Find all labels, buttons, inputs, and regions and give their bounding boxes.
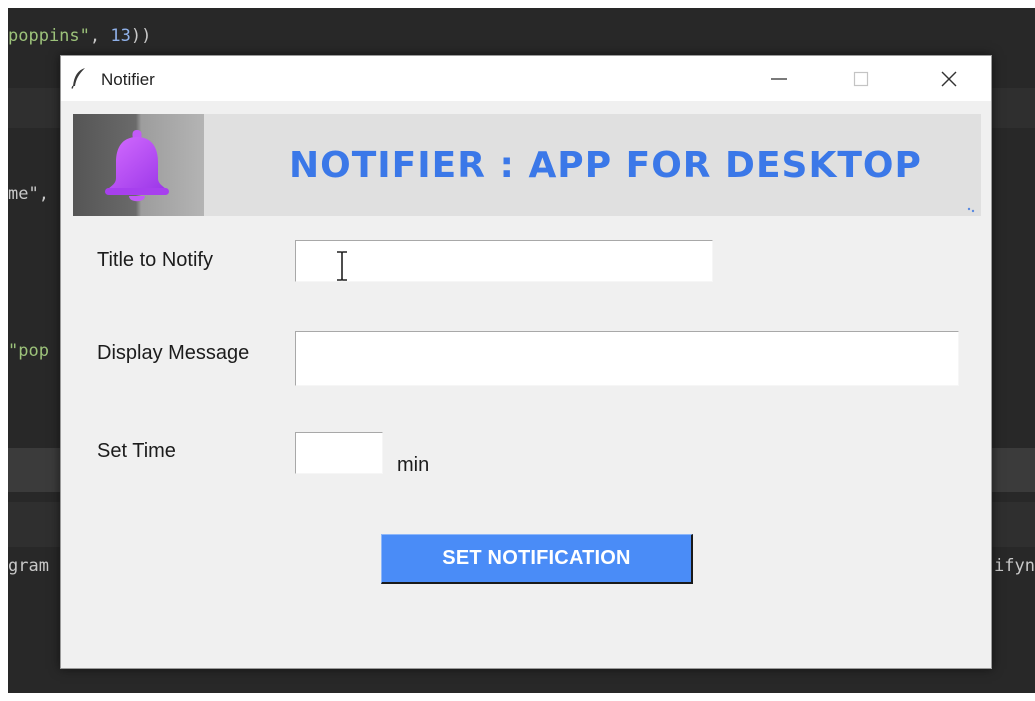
title-input[interactable] [295, 240, 713, 282]
code-line: me", [8, 184, 49, 204]
code-punctuation: , [89, 26, 101, 46]
window-titlebar[interactable]: Notifier [61, 56, 991, 101]
code-line: poppins", 13)) [8, 26, 151, 46]
close-button[interactable] [919, 56, 979, 101]
code-line: "pop [8, 341, 49, 361]
title-label: Title to Notify [97, 249, 213, 271]
set-notification-button[interactable]: SET NOTIFICATION [381, 534, 693, 584]
message-label: Display Message [97, 342, 250, 364]
code-text: me", [8, 184, 49, 204]
close-icon [941, 71, 957, 86]
minimize-button[interactable] [749, 56, 809, 101]
maximize-button[interactable] [831, 56, 891, 101]
code-punctuation: )) [130, 26, 152, 46]
banner-title: NOTIFIER : APP FOR DESKTOP [289, 145, 922, 186]
bell-tile [73, 114, 204, 216]
code-line: gram [8, 556, 49, 576]
code-string: "pop [8, 341, 49, 361]
code-line: ifyn [994, 556, 1035, 576]
time-unit-label: min [397, 454, 430, 476]
time-input[interactable] [295, 432, 383, 474]
resize-grip-icon [967, 207, 975, 213]
message-input[interactable] [295, 331, 959, 386]
time-label: Set Time [97, 440, 176, 462]
feather-icon [71, 68, 85, 89]
code-string: poppins" [8, 26, 90, 46]
code-text: gram [8, 556, 49, 576]
window-title: Notifier [101, 70, 155, 89]
notifier-window: Notifier NOTIFIER: APP FOR DESKTOP Titl… [60, 55, 992, 669]
app-banner: NOTIFIER : APP FOR DESKTOP [73, 114, 981, 216]
code-number: 13 [110, 26, 131, 46]
maximize-icon [853, 71, 869, 86]
code-text: ifyn [994, 556, 1035, 576]
minimize-icon [771, 77, 787, 80]
bell-icon [105, 130, 169, 202]
